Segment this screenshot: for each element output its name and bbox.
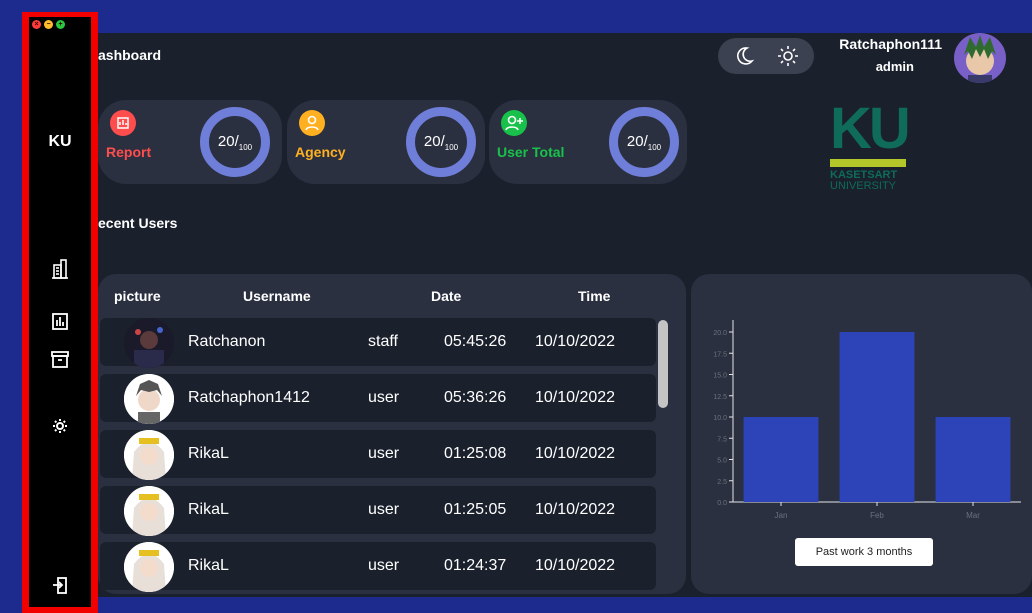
sidebar-logo: KU bbox=[48, 133, 72, 150]
chart-bar-jan bbox=[743, 417, 819, 502]
user-total-ring: 20/100 bbox=[609, 107, 679, 177]
y-tick-label: 7.5 bbox=[717, 436, 727, 443]
column-header-username: Username bbox=[243, 288, 311, 304]
user-avatar-ratchaphon1412 bbox=[124, 374, 174, 424]
user-total-ring-value: 20/100 bbox=[626, 133, 662, 152]
username-cell: RikaL bbox=[188, 445, 229, 462]
table-row[interactable]: RikaL user 01:25:05 10/10/2022 bbox=[100, 486, 656, 536]
y-tick-label: 5.0 bbox=[717, 458, 727, 465]
sidebar: × − + KU bbox=[22, 12, 98, 613]
chart-bar-mar bbox=[935, 417, 1011, 502]
minimize-window-button[interactable]: − bbox=[44, 20, 53, 29]
role-cell: user bbox=[368, 389, 400, 406]
add-user-icon bbox=[501, 110, 527, 136]
role-cell: user bbox=[368, 501, 400, 518]
x-tick-label: Feb bbox=[870, 511, 884, 520]
gear-icon[interactable] bbox=[48, 414, 72, 438]
moon-icon[interactable] bbox=[732, 44, 756, 73]
column-header-time: Time bbox=[578, 288, 611, 304]
ku-name-line2: UNIVERSITY bbox=[830, 180, 897, 192]
agency-card[interactable]: Agency 20/100 bbox=[287, 100, 485, 184]
time-cell: 01:25:08 bbox=[444, 445, 507, 462]
archive-icon[interactable] bbox=[48, 347, 72, 371]
y-tick-label: 12.5 bbox=[713, 394, 727, 401]
table-scrollbar[interactable] bbox=[658, 320, 668, 408]
table-row[interactable]: Ratchanon staff 05:45:26 10/10/2022 bbox=[100, 318, 656, 368]
report-label: Report bbox=[106, 144, 152, 160]
user-avatar-ratchanon bbox=[124, 318, 174, 368]
table-row[interactable]: Ratchaphon1412 user 05:36:26 10/10/2022 bbox=[100, 374, 656, 424]
role-cell: user bbox=[368, 557, 400, 574]
y-tick-label: 17.5 bbox=[713, 351, 727, 358]
username-cell: RikaL bbox=[188, 501, 229, 518]
role-cell: staff bbox=[368, 333, 398, 350]
agency-ring-value: 20/100 bbox=[423, 133, 459, 152]
maximize-window-button[interactable]: + bbox=[56, 20, 65, 29]
user-avatar-rikal bbox=[124, 486, 174, 536]
bar-chart-icon[interactable] bbox=[48, 309, 72, 333]
x-tick-label: Mar bbox=[966, 511, 980, 520]
sidebar-panel: × − + KU bbox=[29, 17, 91, 607]
date-cell: 10/10/2022 bbox=[535, 557, 616, 574]
report-card[interactable]: Report 20/100 bbox=[98, 100, 282, 184]
bar-chart: 0.0 2.5 5.0 7.5 10.0 12.5 15.0 17.5 20.0 Jan Feb Ma… bbox=[713, 320, 1021, 520]
ku-logo: KU KASETSART UNIVERSITY bbox=[830, 96, 911, 201]
page-title: ashboard bbox=[98, 47, 162, 63]
date-cell: 10/10/2022 bbox=[535, 501, 616, 518]
time-cell: 05:45:26 bbox=[444, 333, 507, 350]
role-cell: user bbox=[368, 445, 400, 462]
y-tick-label: 2.5 bbox=[717, 479, 727, 486]
username-cell: Ratchanon bbox=[188, 333, 266, 350]
date-cell: 10/10/2022 bbox=[535, 389, 616, 406]
bottom-strip bbox=[98, 597, 1032, 613]
username-cell: Ratchaphon1412 bbox=[188, 389, 310, 406]
past-work-button[interactable]: Past work 3 months bbox=[795, 538, 933, 566]
user-role: admin bbox=[875, 59, 914, 74]
logout-icon[interactable] bbox=[48, 573, 72, 597]
chart-bar-feb bbox=[839, 332, 915, 502]
y-tick-label: 0.0 bbox=[717, 500, 727, 507]
recent-users-table: picture Username Date Time Ratchanon sta… bbox=[98, 274, 686, 594]
column-header-date: Date bbox=[431, 288, 462, 304]
table-row[interactable]: RikaL user 01:24:37 10/10/2022 bbox=[100, 542, 656, 592]
x-tick-label: Jan bbox=[775, 511, 788, 520]
date-cell: 10/10/2022 bbox=[535, 333, 616, 350]
user-avatar-rikal bbox=[124, 430, 174, 480]
report-ring: 20/100 bbox=[200, 107, 270, 177]
time-cell: 05:36:26 bbox=[444, 389, 507, 406]
time-cell: 01:24:37 bbox=[444, 557, 507, 574]
main-area: ashboard Ratchaphon111 admin Report 20/1… bbox=[98, 33, 1032, 597]
agency-icon bbox=[299, 110, 325, 136]
report-icon bbox=[110, 110, 136, 136]
username-cell: RikaL bbox=[188, 557, 229, 574]
date-cell: 10/10/2022 bbox=[535, 445, 616, 462]
agency-ring: 20/100 bbox=[406, 107, 476, 177]
ku-logo-text: KU bbox=[830, 96, 911, 161]
sun-icon[interactable] bbox=[776, 44, 800, 73]
agency-label: Agency bbox=[295, 144, 346, 160]
user-name: Ratchaphon111 bbox=[839, 36, 942, 52]
recent-users-title: ecent Users bbox=[98, 215, 178, 231]
y-tick-label: 10.0 bbox=[713, 415, 727, 422]
close-window-button[interactable]: × bbox=[32, 20, 41, 29]
user-total-card[interactable]: User Total 20/100 bbox=[489, 100, 687, 184]
user-avatar[interactable] bbox=[954, 33, 1006, 83]
app-window: × − + KU ashboard Ratchaphon111 admin Re… bbox=[0, 0, 1032, 613]
user-total-label: User Total bbox=[497, 144, 565, 160]
y-tick-label: 20.0 bbox=[713, 330, 727, 337]
time-cell: 01:25:05 bbox=[444, 501, 507, 518]
table-row[interactable]: RikaL user 01:25:08 10/10/2022 bbox=[100, 430, 656, 480]
report-ring-value: 20/100 bbox=[217, 133, 253, 152]
user-avatar-rikal bbox=[124, 542, 174, 592]
building-icon[interactable] bbox=[48, 257, 72, 281]
column-header-picture: picture bbox=[114, 288, 161, 304]
theme-toggle[interactable] bbox=[718, 38, 814, 74]
y-tick-label: 15.0 bbox=[713, 373, 727, 380]
chart-panel: 0.0 2.5 5.0 7.5 10.0 12.5 15.0 17.5 20.0 Jan Feb Ma… bbox=[691, 274, 1032, 594]
